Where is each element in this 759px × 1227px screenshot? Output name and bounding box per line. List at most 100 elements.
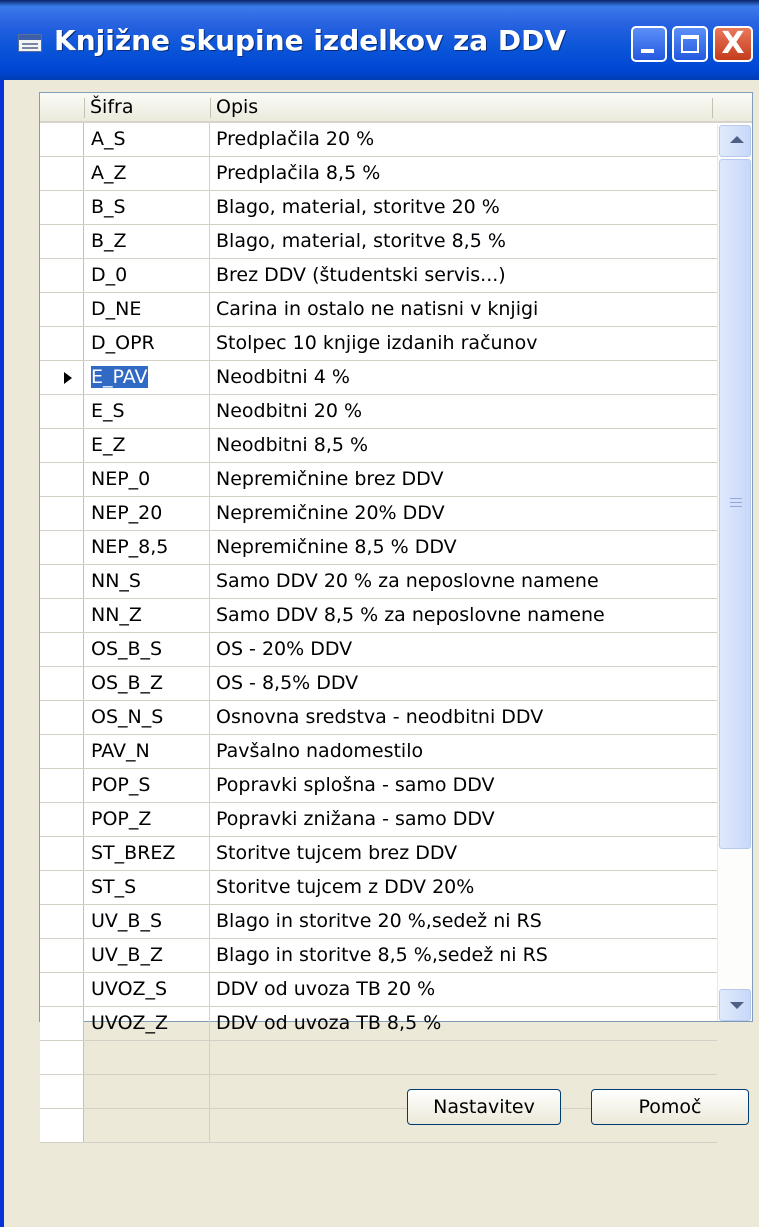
row-selector[interactable] <box>40 565 84 598</box>
cell-code[interactable]: E_S <box>84 395 210 428</box>
cell-code[interactable] <box>84 1075 210 1108</box>
cell-description[interactable]: DDV od uvoza TB 8,5 % <box>210 1007 717 1040</box>
table-row[interactable]: UV_B_S Blago in storitve 20 %,sedež ni RS <box>40 905 717 939</box>
row-selector[interactable] <box>40 463 84 496</box>
table-row[interactable] <box>40 1041 717 1075</box>
cell-description[interactable]: Predplačila 8,5 % <box>210 157 717 190</box>
table-row[interactable]: UV_B_Z Blago in storitve 8,5 %,sedež ni R… <box>40 939 717 973</box>
table-row[interactable]: ST_BREZ Storitve tujcem brez DDV <box>40 837 717 871</box>
cell-description[interactable]: Neodbitni 4 % <box>210 361 717 394</box>
cell-description[interactable]: Stolpec 10 knjige izdanih računov <box>210 327 717 360</box>
table-row[interactable]: NN_S Samo DDV 20 % za neposlovne namene <box>40 565 717 599</box>
scroll-thumb[interactable] <box>719 159 751 849</box>
cell-code[interactable]: OS_N_S <box>84 701 210 734</box>
cell-code[interactable]: B_S <box>84 191 210 224</box>
table-row[interactable]: E_PAV Neodbitni 4 % <box>40 361 717 395</box>
cell-code[interactable]: D_0 <box>84 259 210 292</box>
row-selector[interactable] <box>40 225 84 258</box>
table-row[interactable]: UVOZ_S DDV od uvoza TB 20 % <box>40 973 717 1007</box>
row-selector[interactable] <box>40 837 84 870</box>
cell-code[interactable]: D_OPR <box>84 327 210 360</box>
cell-description[interactable]: Nepremičnine 20% DDV <box>210 497 717 530</box>
table-row[interactable]: D_0 Brez DDV (študentski servis...) <box>40 259 717 293</box>
cell-code[interactable]: POP_S <box>84 769 210 802</box>
row-selector[interactable] <box>40 361 84 394</box>
table-row[interactable]: B_S Blago, material, storitve 20 % <box>40 191 717 225</box>
cell-description[interactable]: OS - 8,5% DDV <box>210 667 717 700</box>
row-selector[interactable] <box>40 1109 84 1142</box>
cell-code[interactable]: NN_Z <box>84 599 210 632</box>
cell-code[interactable]: UVOZ_S <box>84 973 210 1006</box>
cell-description[interactable]: Storitve tujcem z DDV 20% <box>210 871 717 904</box>
vertical-scrollbar[interactable] <box>717 125 752 1021</box>
cell-code[interactable]: A_Z <box>84 157 210 190</box>
column-header-code[interactable]: Šifra <box>86 93 210 121</box>
cell-description[interactable]: Popravki splošna - samo DDV <box>210 769 717 802</box>
scroll-down-button[interactable] <box>719 989 751 1021</box>
scroll-up-button[interactable] <box>719 125 751 157</box>
row-selector[interactable] <box>40 1041 84 1074</box>
close-button[interactable]: X <box>713 26 753 62</box>
table-row[interactable]: E_S Neodbitni 20 % <box>40 395 717 429</box>
row-selector[interactable] <box>40 531 84 564</box>
cell-description[interactable]: Samo DDV 20 % za neposlovne namene <box>210 565 717 598</box>
cell-code[interactable]: B_Z <box>84 225 210 258</box>
cell-description[interactable]: Popravki znižana - samo DDV <box>210 803 717 836</box>
cell-code[interactable]: UV_B_S <box>84 905 210 938</box>
cell-code[interactable]: PAV_N <box>84 735 210 768</box>
cell-code[interactable]: A_S <box>84 123 210 156</box>
cell-description[interactable] <box>210 1041 717 1074</box>
cell-description[interactable]: Blago in storitve 20 %,sedež ni RS <box>210 905 717 938</box>
row-selector[interactable] <box>40 769 84 802</box>
table-row[interactable]: OS_N_S Osnovna sredstva - neodbitni DDV <box>40 701 717 735</box>
row-selector[interactable] <box>40 191 84 224</box>
cell-code[interactable]: UV_B_Z <box>84 939 210 972</box>
cell-code[interactable]: ST_BREZ <box>84 837 210 870</box>
table-row[interactable]: D_NE Carina in ostalo ne natisni v knjigi <box>40 293 717 327</box>
row-selector[interactable] <box>40 123 84 156</box>
table-row[interactable]: B_Z Blago, material, storitve 8,5 % <box>40 225 717 259</box>
title-bar[interactable]: Knjižne skupine izdelkov za DDV X <box>0 0 759 80</box>
table-row[interactable]: NEP_0 Nepremičnine brez DDV <box>40 463 717 497</box>
column-header-description[interactable]: Opis <box>212 93 712 121</box>
cell-code[interactable]: E_Z <box>84 429 210 462</box>
cell-code[interactable]: NEP_8,5 <box>84 531 210 564</box>
row-selector[interactable] <box>40 293 84 326</box>
row-selector[interactable] <box>40 429 84 462</box>
row-selector[interactable] <box>40 973 84 1006</box>
cell-description[interactable]: Neodbitni 8,5 % <box>210 429 717 462</box>
row-selector[interactable] <box>40 939 84 972</box>
table-row[interactable]: UVOZ_Z DDV od uvoza TB 8,5 % <box>40 1007 717 1041</box>
cell-description[interactable]: Neodbitni 20 % <box>210 395 717 428</box>
cell-code[interactable]: OS_B_Z <box>84 667 210 700</box>
cell-description[interactable]: Nepremičnine brez DDV <box>210 463 717 496</box>
cell-code[interactable]: OS_B_S <box>84 633 210 666</box>
row-selector[interactable] <box>40 633 84 666</box>
table-row[interactable]: A_S Predplačila 20 % <box>40 123 717 157</box>
table-row[interactable]: D_OPR Stolpec 10 knjige izdanih računov <box>40 327 717 361</box>
cell-description[interactable]: Osnovna sredstva - neodbitni DDV <box>210 701 717 734</box>
cell-code[interactable]: D_NE <box>84 293 210 326</box>
row-selector[interactable] <box>40 1075 84 1108</box>
cell-description[interactable]: DDV od uvoza TB 20 % <box>210 973 717 1006</box>
maximize-button[interactable] <box>672 26 708 62</box>
cell-code[interactable] <box>84 1109 210 1142</box>
table-row[interactable]: OS_B_S OS - 20% DDV <box>40 633 717 667</box>
row-selector[interactable] <box>40 667 84 700</box>
table-row[interactable]: OS_B_Z OS - 8,5% DDV <box>40 667 717 701</box>
table-row[interactable]: POP_Z Popravki znižana - samo DDV <box>40 803 717 837</box>
row-selector[interactable] <box>40 871 84 904</box>
help-button[interactable]: Pomoč <box>591 1089 749 1125</box>
row-selector[interactable] <box>40 395 84 428</box>
cell-description[interactable]: OS - 20% DDV <box>210 633 717 666</box>
table-row[interactable]: E_Z Neodbitni 8,5 % <box>40 429 717 463</box>
row-selector[interactable] <box>40 157 84 190</box>
table-row[interactable]: POP_S Popravki splošna - samo DDV <box>40 769 717 803</box>
cell-description[interactable]: Samo DDV 8,5 % za neposlovne namene <box>210 599 717 632</box>
row-selector[interactable] <box>40 259 84 292</box>
cell-description[interactable]: Storitve tujcem brez DDV <box>210 837 717 870</box>
cell-code[interactable]: UVOZ_Z <box>84 1007 210 1040</box>
table-row[interactable]: NN_Z Samo DDV 8,5 % za neposlovne namene <box>40 599 717 633</box>
table-row[interactable]: PAV_N Pavšalno nadomestilo <box>40 735 717 769</box>
cell-description[interactable]: Nepremičnine 8,5 % DDV <box>210 531 717 564</box>
